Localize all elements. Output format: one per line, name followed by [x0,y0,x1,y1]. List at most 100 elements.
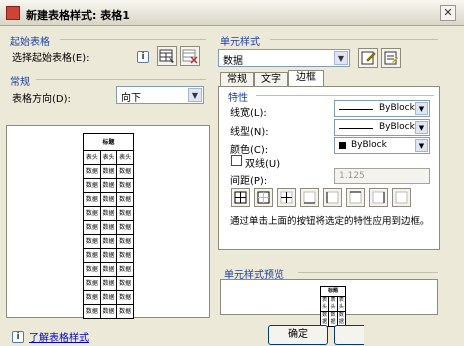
preview-data-cell: 数据 [83,248,101,263]
line-sample [339,109,373,110]
preview-data-row: 数据 数据 数据 [83,178,134,193]
border-bottom-icon [303,191,316,204]
manage-style-icon [384,51,398,65]
help-info-icon: i [12,331,24,343]
preview-data-cell: 数据 [83,220,101,235]
preview-data-cell: 数据 [116,248,134,263]
linetype-value: ByBlock [379,122,415,132]
table-remove-icon [182,49,198,64]
preview-data-cell: 数据 [83,276,101,291]
preview-header-row: 表头 表头 表头 [83,150,134,165]
learn-table-styles-link[interactable]: 了解表格样式 [29,329,89,344]
preview-data-cell: 数据 [116,164,134,179]
linetype-select[interactable]: ByBlock ▼ [334,119,430,136]
general-separator [36,79,206,80]
linetype-label: 线型(N): [230,127,269,138]
cell-style-group-title: 单元样式 [220,37,260,48]
new-style-icon [361,51,376,65]
preview-header-cell: 表头 [319,296,330,312]
cell-style-value: 数据 [223,56,243,67]
preview-header-row: 表头 表头 表头 [319,296,347,312]
cell-style-select[interactable]: 数据 ▼ [218,49,350,67]
properties-separator [256,95,434,96]
preview-data-cell: 数据 [99,206,118,221]
border-left-button[interactable] [323,188,342,207]
chevron-down-icon: ▼ [415,102,428,115]
close-button[interactable]: ✕ [440,5,456,21]
title-bar: 新建表格样式: 表格1 ✕ [0,0,464,26]
preview-data-row: 数据 数据 数据 [83,276,134,291]
border-outside-button[interactable] [254,188,273,207]
preview-data-cell: 数据 [116,178,134,193]
tab-text[interactable]: 文字 [254,72,288,87]
preview-data-cell: 数据 [99,220,118,235]
table-direction-value: 向下 [121,93,141,104]
preview-data-row: 数据 数据 数据 [83,206,134,221]
border-top-button[interactable] [346,188,365,207]
preview-header-cell: 表头 [83,150,101,165]
cancel-button[interactable] [334,325,364,345]
preview-data-cell: 数据 [83,192,101,207]
preview-data-row: 数据 数据 数据 [83,262,134,277]
double-line-label: 双线(U) [245,159,281,170]
cell-preview-table: 标题 表头 表头 表头 数据 数据 数据 [319,286,347,327]
preview-data-cell: 数据 [99,276,118,291]
preview-data-cell: 数据 [99,192,118,207]
select-start-table-label: 选择起始表格(E): [12,53,90,64]
spacing-input[interactable]: 1.125 [334,168,430,184]
table-select-icon [159,49,174,63]
preview-data-cell: 数据 [99,290,118,305]
color-select[interactable]: ByBlock ▼ [334,137,430,154]
start-table-group-title: 起始表格 [10,37,50,48]
preview-data-row: 数据 数据 数据 [83,164,134,179]
border-outside-icon [257,191,270,204]
preview-data-cell: 数据 [116,220,134,235]
line-sample [339,128,373,129]
preview-data-row: 数据 数据 数据 [83,248,134,263]
preview-title-row: 标题 [320,286,346,297]
remove-table-button[interactable] [180,46,200,66]
border-bottom-button[interactable] [300,188,319,207]
preview-data-cell: 数据 [99,234,118,249]
preview-title-cell: 标题 [320,286,346,297]
preview-data-row: 数据 数据 数据 [83,290,134,305]
chevron-down-icon: ▼ [415,121,428,134]
tab-border[interactable]: 边框 [288,70,324,86]
table-direction-select[interactable]: 向下 ▼ [116,86,204,104]
preview-data-cell: 数据 [116,206,134,221]
preview-data-cell: 数据 [116,262,134,277]
border-none-button[interactable] [392,188,411,207]
preview-header-cell: 表头 [328,296,338,312]
lineweight-value: ByBlock [379,103,415,113]
lineweight-select[interactable]: ByBlock ▼ [334,100,430,117]
border-all-icon [234,191,247,204]
ok-button[interactable]: 确定 [268,325,328,345]
border-left-icon [326,191,339,204]
border-inside-button[interactable] [277,188,296,207]
preview-data-cell: 数据 [99,262,118,277]
spacing-label: 间距(P): [230,176,268,187]
tab-general[interactable]: 常规 [220,72,254,87]
color-value: ByBlock [351,140,387,150]
table-direction-label: 表格方向(D): [12,94,71,105]
cell-style-separator [270,39,438,40]
start-table-separator [60,39,206,40]
manage-cell-styles-button[interactable] [381,48,401,68]
preview-data-cell: 数据 [116,276,134,291]
create-cell-style-button[interactable] [358,48,378,68]
border-right-button[interactable] [369,188,388,207]
border-all-button[interactable] [231,188,250,207]
border-hint-text: 通过单击上面的按钮将选定的特性应用到边框。 [230,216,430,227]
chevron-down-icon: ▼ [188,88,202,102]
preview-data-cell: 数据 [83,178,101,193]
preview-title-row: 标题 [83,133,134,151]
preview-data-cell: 数据 [116,304,134,319]
preview-data-cell: 数据 [116,192,134,207]
double-line-checkbox[interactable] [231,155,242,166]
chevron-down-icon: ▼ [334,51,348,65]
preview-data-cell: 数据 [116,234,134,249]
color-swatch [339,142,346,149]
border-right-icon [372,191,385,204]
chevron-down-icon: ▼ [415,139,428,152]
select-table-button[interactable] [157,46,177,66]
